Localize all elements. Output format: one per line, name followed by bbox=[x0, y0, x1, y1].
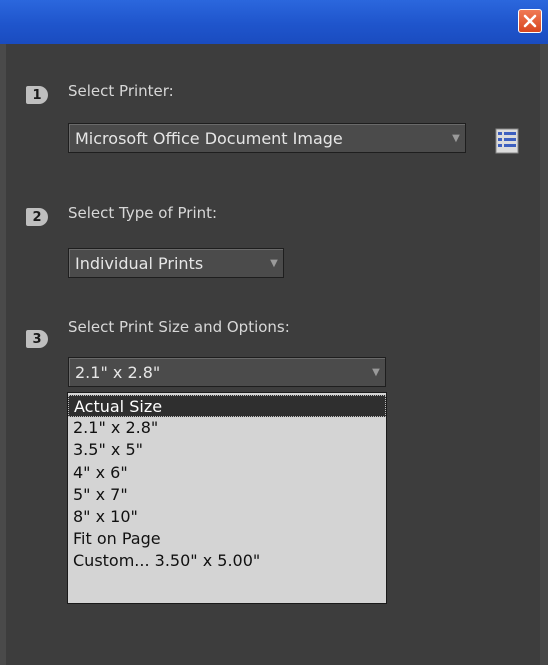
chevron-down-icon: ▼ bbox=[372, 366, 380, 378]
title-bar[interactable] bbox=[0, 0, 548, 44]
dropdown-option-2-1x2-8[interactable]: 2.1" x 2.8" bbox=[68, 417, 386, 439]
dropdown-option-8x10[interactable]: 8" x 10" bbox=[68, 506, 386, 528]
step-1-number: 1 bbox=[26, 86, 48, 104]
print-type-value: Individual Prints bbox=[75, 253, 204, 273]
close-button[interactable] bbox=[518, 9, 542, 33]
dropdown-option-5x7[interactable]: 5" x 7" bbox=[68, 484, 386, 506]
print-size-select[interactable]: 2.1" x 2.8" ▼ bbox=[68, 357, 386, 387]
print-type-select[interactable]: Individual Prints ▼ bbox=[68, 248, 284, 278]
printer-properties-button[interactable] bbox=[487, 122, 527, 160]
dropdown-option-actual-size[interactable]: Actual Size bbox=[68, 395, 386, 418]
step-1-label: Select Printer: bbox=[68, 82, 174, 100]
step-2-label: Select Type of Print: bbox=[68, 204, 218, 222]
printer-select[interactable]: Microsoft Office Document Image ▼ bbox=[68, 123, 466, 153]
right-edge bbox=[540, 44, 548, 665]
print-dialog: 1 Select Printer: Microsoft Office Docum… bbox=[0, 0, 548, 665]
dropdown-option-custom[interactable]: Custom... 3.50" x 5.00" bbox=[68, 550, 386, 572]
dropdown-option-4x6[interactable]: 4" x 6" bbox=[68, 462, 386, 484]
print-size-value: 2.1" x 2.8" bbox=[75, 362, 161, 382]
chevron-down-icon: ▼ bbox=[270, 257, 278, 269]
close-icon bbox=[523, 14, 537, 28]
dropdown-option-fit-on-page[interactable]: Fit on Page bbox=[68, 528, 386, 550]
step-2-number: 2 bbox=[26, 208, 48, 226]
step-3-number: 3 bbox=[26, 330, 48, 348]
printer-select-value: Microsoft Office Document Image bbox=[75, 128, 343, 148]
dropdown-option-3-5x5[interactable]: 3.5" x 5" bbox=[68, 439, 386, 461]
chevron-down-icon: ▼ bbox=[452, 132, 460, 144]
step-3-label: Select Print Size and Options: bbox=[68, 318, 290, 336]
print-size-dropdown[interactable]: Actual Size 2.1" x 2.8" 3.5" x 5" 4" x 6… bbox=[67, 392, 387, 604]
printer-properties-icon bbox=[495, 128, 519, 154]
